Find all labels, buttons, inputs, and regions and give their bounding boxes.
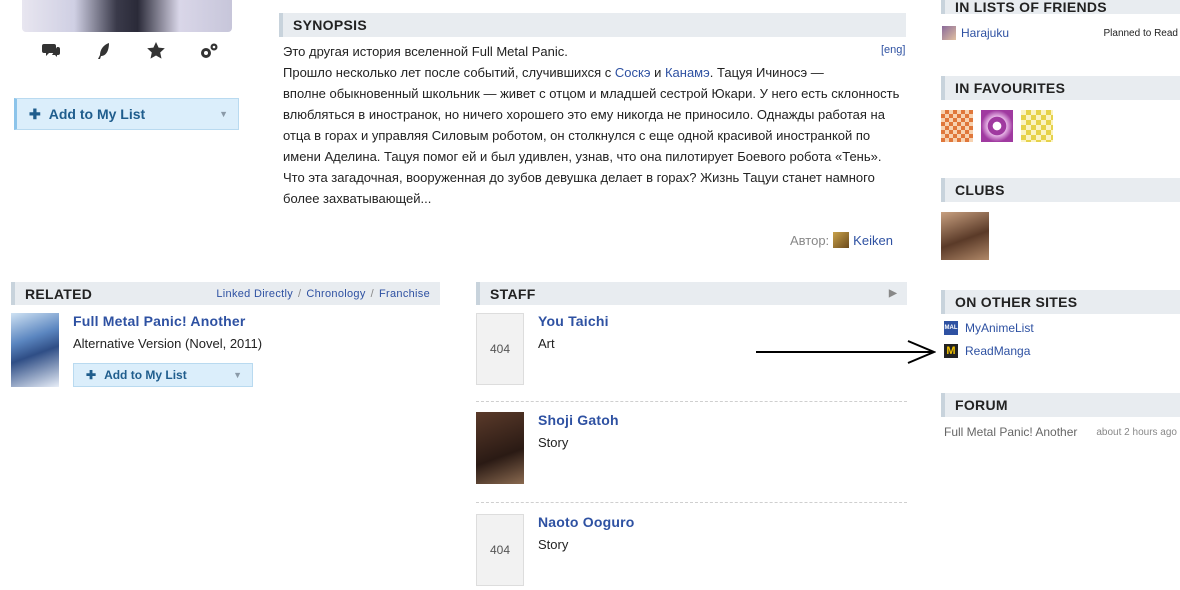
related-item-title[interactable]: Full Metal Panic! Another <box>73 313 246 329</box>
friend-avatar[interactable] <box>942 26 956 40</box>
myanimelist-icon: MAL <box>944 321 958 335</box>
external-site-name: MyAnimeList <box>965 321 1034 335</box>
synopsis-line: более захватывающей... <box>283 191 432 206</box>
placeholder-avatar-text: 404 <box>489 342 511 356</box>
friend-name[interactable]: Harajuku <box>961 26 1009 40</box>
divider <box>476 502 907 503</box>
clubs-header-label: CLUBS <box>955 182 1005 198</box>
comments-icon[interactable] <box>40 42 62 64</box>
lists-of-friends-header-label: IN LISTS OF FRIENDS <box>955 0 1107 14</box>
staff-header: STAFF ▶ <box>476 282 907 305</box>
related-item-subtitle: Alternative Version (Novel, 2011) <box>73 336 262 351</box>
character-link-kaname[interactable]: Канамэ <box>665 65 710 80</box>
related-add-to-list-label: Add to My List <box>104 368 187 382</box>
friend-list-item: Harajuku Planned to Read <box>942 26 1178 40</box>
plus-icon: ✚ <box>29 105 41 122</box>
cover-image[interactable] <box>22 0 232 32</box>
add-to-list-button[interactable]: ✚ Add to My List ▼ <box>14 98 239 130</box>
synopsis-text: Это другая история вселенной Full Metal … <box>283 41 903 209</box>
club-image[interactable] <box>941 212 989 260</box>
other-sites-header-label: ON OTHER SITES <box>955 294 1078 310</box>
clubs-header: CLUBS <box>941 178 1180 202</box>
staff-avatar[interactable]: 404 <box>476 313 524 385</box>
favourites-avatars <box>941 110 1053 142</box>
forum-topic-title: Full Metal Panic! Another <box>944 425 1078 439</box>
synopsis-author: Автор: Keiken <box>790 232 893 248</box>
relation-type: Alternative Version <box>73 336 182 351</box>
forum-header-label: FORUM <box>955 397 1008 413</box>
staff-header-label: STAFF <box>490 285 536 302</box>
chevron-down-icon[interactable]: ▼ <box>219 109 228 119</box>
lists-of-friends-header: IN LISTS OF FRIENDS <box>941 0 1180 14</box>
synopsis-line: отца в горах и управляя Силовым роботом,… <box>283 128 871 143</box>
staff-role: Story <box>538 435 569 450</box>
plus-icon: ✚ <box>86 368 97 382</box>
action-icons <box>40 42 220 64</box>
forum-topic-item[interactable]: Full Metal Panic! Another about 2 hours … <box>944 425 1180 439</box>
staff-name[interactable]: Shoji Gatoh <box>538 412 619 428</box>
forum-header: FORUM <box>941 393 1180 417</box>
chevron-right-icon[interactable]: ▶ <box>889 288 897 299</box>
related-link-direct[interactable]: Linked Directly <box>216 288 293 300</box>
synopsis-line: вполне обыкновенный школьник — живет с о… <box>283 86 900 101</box>
feather-icon[interactable] <box>93 42 115 64</box>
divider <box>476 401 907 402</box>
forum-topic-time: about 2 hours ago <box>1096 426 1177 438</box>
chevron-down-icon[interactable]: ▼ <box>233 370 242 380</box>
star-icon[interactable] <box>145 42 167 64</box>
relation-meta: (Novel, 2011) <box>185 336 263 351</box>
placeholder-avatar-text: 404 <box>489 543 511 557</box>
other-sites-header: ON OTHER SITES <box>941 290 1180 314</box>
staff-name[interactable]: You Taichi <box>538 313 609 329</box>
favourites-header-label: IN FAVOURITES <box>955 80 1066 96</box>
synopsis-fragment: и <box>650 65 665 80</box>
author-link[interactable]: Keiken <box>853 233 893 248</box>
staff-avatar-photo[interactable] <box>476 412 524 484</box>
annotation-arrow-icon <box>756 340 936 364</box>
staff-avatar[interactable]: 404 <box>476 514 524 586</box>
gears-icon[interactable] <box>198 42 220 64</box>
synopsis-header-label: SYNOPSIS <box>293 17 367 33</box>
author-label: Автор: <box>790 232 830 248</box>
favourite-user-avatar[interactable] <box>1021 110 1053 142</box>
synopsis-line: Это другая история вселенной Full Metal … <box>283 44 568 59</box>
synopsis-line: имени Аделина. Тацуя помог ей и был удив… <box>283 149 882 164</box>
author-avatar[interactable] <box>833 232 850 248</box>
readmanga-icon: M <box>944 344 958 358</box>
related-header: RELATED Linked Directly / Chronology / Franc… <box>11 282 440 305</box>
related-header-label: RELATED <box>25 285 93 302</box>
synopsis-line: Прошло несколько лет после событий, случ… <box>283 62 903 83</box>
related-link-franchise[interactable]: Franchise <box>379 288 430 300</box>
character-link-sosuke[interactable]: Соскэ <box>615 65 651 80</box>
synopsis-fragment: Прошло несколько лет после событий, случ… <box>283 65 615 80</box>
staff-role: Art <box>538 336 555 351</box>
synopsis-fragment: . Тацуя Ичиносэ — <box>709 65 824 80</box>
add-to-list-label: Add to My List <box>48 106 146 122</box>
synopsis-header: SYNOPSIS <box>279 13 906 37</box>
synopsis-line: Что эта загадочная, вооруженная до зубов… <box>283 170 875 185</box>
related-add-to-list-button[interactable]: ✚ Add to My List ▼ <box>73 363 253 387</box>
favourite-user-avatar[interactable] <box>941 110 973 142</box>
external-site-link[interactable]: MAL MyAnimeList <box>944 321 1034 335</box>
related-link-chronology[interactable]: Chronology <box>306 288 365 300</box>
related-cover-image[interactable] <box>11 313 59 387</box>
synopsis-line: влюбляться в иностранок, но ничего хорош… <box>283 107 885 122</box>
favourite-user-avatar[interactable] <box>981 110 1013 142</box>
friend-status: Planned to Read <box>1103 27 1178 39</box>
staff-name[interactable]: Naoto Ooguro <box>538 514 635 530</box>
external-site-name: ReadManga <box>965 344 1031 358</box>
external-site-link[interactable]: M ReadManga <box>944 344 1030 358</box>
related-filter-links: Linked Directly / Chronology / Franchise <box>216 287 430 300</box>
staff-role: Story <box>538 537 569 552</box>
favourites-header: IN FAVOURITES <box>941 76 1180 100</box>
